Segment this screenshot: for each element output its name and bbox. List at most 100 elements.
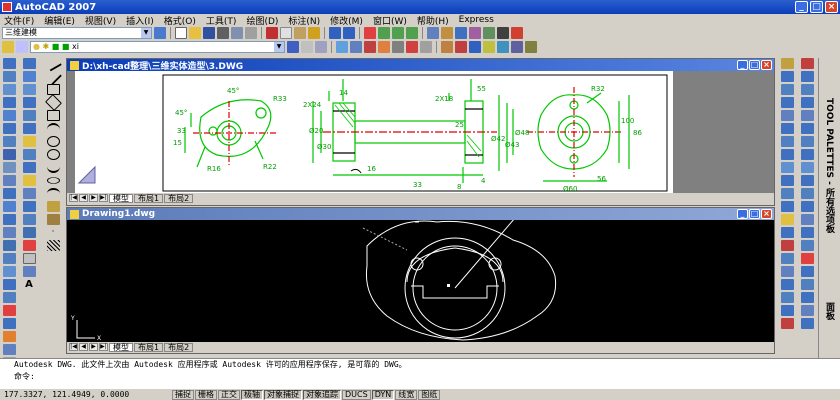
orbit-icon[interactable]: [406, 41, 418, 53]
calculator-icon[interactable]: [497, 27, 509, 39]
dim-edit-icon[interactable]: [780, 253, 794, 264]
union-icon[interactable]: [2, 253, 16, 264]
maximize-button[interactable]: □: [810, 1, 823, 13]
extrude-icon[interactable]: [2, 188, 16, 199]
match-properties-icon[interactable]: [308, 27, 320, 39]
wedge-icon[interactable]: [2, 84, 16, 95]
circle-icon[interactable]: [46, 136, 60, 147]
construction-line-icon[interactable]: [44, 68, 62, 85]
array-icon[interactable]: [800, 110, 814, 121]
menu-modify[interactable]: 修改(M): [330, 14, 363, 27]
grid-toggle[interactable]: 栅格: [195, 389, 217, 400]
mapping-icon[interactable]: [455, 41, 467, 53]
erase-icon[interactable]: [800, 58, 814, 69]
shade-icon[interactable]: [364, 41, 376, 53]
separate-icon[interactable]: [22, 214, 36, 225]
node-snap-icon[interactable]: [800, 305, 814, 316]
imprint-icon[interactable]: [22, 188, 36, 199]
layer-iso-icon[interactable]: [315, 41, 327, 53]
tool-palettes-bar[interactable]: TOOL PALETTES - 所有选项板 面板: [818, 58, 840, 358]
copy-icon[interactable]: [280, 27, 292, 39]
open-folder-icon[interactable]: [189, 27, 201, 39]
check-icon[interactable]: [22, 240, 36, 251]
slice-icon[interactable]: [2, 292, 16, 303]
close-button[interactable]: ×: [825, 1, 838, 13]
visual-style-icon[interactable]: [336, 41, 348, 53]
trim-icon[interactable]: [800, 175, 814, 186]
ucs-view-icon[interactable]: [511, 41, 523, 53]
layer-select[interactable]: ● ✱ ■ ■ xi ▼: [30, 41, 285, 53]
taper-faces-icon[interactable]: [22, 123, 36, 134]
continue-icon[interactable]: [780, 201, 794, 212]
tab-layout2[interactable]: 布局2: [164, 342, 194, 352]
text-a-icon[interactable]: A: [22, 279, 36, 290]
table-icon[interactable]: [22, 266, 36, 277]
undo-icon[interactable]: [329, 27, 341, 39]
quadrant-snap-icon[interactable]: [800, 318, 814, 329]
menu-express[interactable]: Express: [459, 15, 494, 25]
layer-previous-icon[interactable]: [301, 41, 313, 53]
ducs-toggle[interactable]: DUCS: [342, 389, 371, 400]
next-tab-icon[interactable]: ▶: [89, 343, 98, 351]
polysolid-icon[interactable]: [2, 58, 16, 69]
intersect-icon[interactable]: [2, 279, 16, 290]
insert-block-icon[interactable]: [46, 201, 60, 212]
make-current-icon[interactable]: [287, 41, 299, 53]
color-faces-icon[interactable]: [22, 136, 36, 147]
pan-icon[interactable]: [364, 27, 376, 39]
hatch-icon[interactable]: [46, 240, 60, 251]
angular-icon[interactable]: [780, 162, 794, 173]
ellipse-arc-icon[interactable]: [46, 188, 60, 199]
snap-toggle[interactable]: 捕捉: [172, 389, 194, 400]
save-icon[interactable]: [203, 27, 215, 39]
doc1-canvas[interactable]: 45° R33 45° 33 15 R16 R22 2X24 2X18 14 5…: [67, 71, 774, 193]
workspace-select[interactable]: 三维建模 ▼: [2, 27, 152, 39]
planar-surface-icon[interactable]: [2, 175, 16, 186]
delete-faces-icon[interactable]: [22, 97, 36, 108]
rotate-icon[interactable]: [800, 136, 814, 147]
polygon-icon[interactable]: [44, 94, 62, 111]
paste-icon[interactable]: [294, 27, 306, 39]
view-icon[interactable]: [420, 41, 432, 53]
ortho-toggle[interactable]: 正交: [218, 389, 240, 400]
design-center-icon[interactable]: [441, 27, 453, 39]
print-icon[interactable]: [217, 27, 229, 39]
zoom-window-icon[interactable]: [392, 27, 404, 39]
mirror-icon[interactable]: [800, 84, 814, 95]
ucs-icon[interactable]: [469, 41, 481, 53]
stretch-icon[interactable]: [800, 162, 814, 173]
tab-layout1[interactable]: 布局1: [134, 193, 164, 203]
revolve-icon[interactable]: [2, 227, 16, 238]
camera-icon[interactable]: [392, 41, 404, 53]
first-tab-icon[interactable]: |◀: [69, 343, 78, 351]
workspace-settings-icon[interactable]: [154, 27, 166, 39]
command-prompt[interactable]: 命令:: [0, 371, 840, 383]
dim-update-icon[interactable]: [780, 279, 794, 290]
properties-icon[interactable]: [427, 27, 439, 39]
tab-layout1[interactable]: 布局1: [134, 342, 164, 352]
doc2-minimize-button[interactable]: _: [737, 209, 748, 219]
menu-dimension[interactable]: 标注(N): [288, 14, 320, 27]
diameter-icon[interactable]: [780, 149, 794, 160]
rectangle-icon[interactable]: [46, 110, 60, 121]
arc-length-icon[interactable]: [780, 97, 794, 108]
help-icon[interactable]: [511, 27, 523, 39]
pyramid-icon[interactable]: [2, 149, 16, 160]
copy-faces-icon[interactable]: [22, 149, 36, 160]
osnap-toggle[interactable]: 对象捕捉: [264, 389, 302, 400]
leader-icon[interactable]: [780, 214, 794, 225]
layer-state-icon[interactable]: [16, 41, 28, 53]
extrude-faces-icon[interactable]: [22, 58, 36, 69]
extend-icon[interactable]: [800, 188, 814, 199]
rotate-faces-icon[interactable]: [22, 110, 36, 121]
tolerance-icon[interactable]: [780, 227, 794, 238]
jogged-icon[interactable]: [780, 136, 794, 147]
join-icon[interactable]: [800, 214, 814, 225]
arc-icon[interactable]: [46, 123, 60, 134]
menu-draw[interactable]: 绘图(D): [246, 14, 278, 27]
magnet-icon[interactable]: [780, 318, 794, 329]
menu-view[interactable]: 视图(V): [85, 14, 116, 27]
doc2-maximize-button[interactable]: □: [749, 209, 760, 219]
menu-file[interactable]: 文件(F): [4, 14, 34, 27]
loft-icon[interactable]: [2, 240, 16, 251]
